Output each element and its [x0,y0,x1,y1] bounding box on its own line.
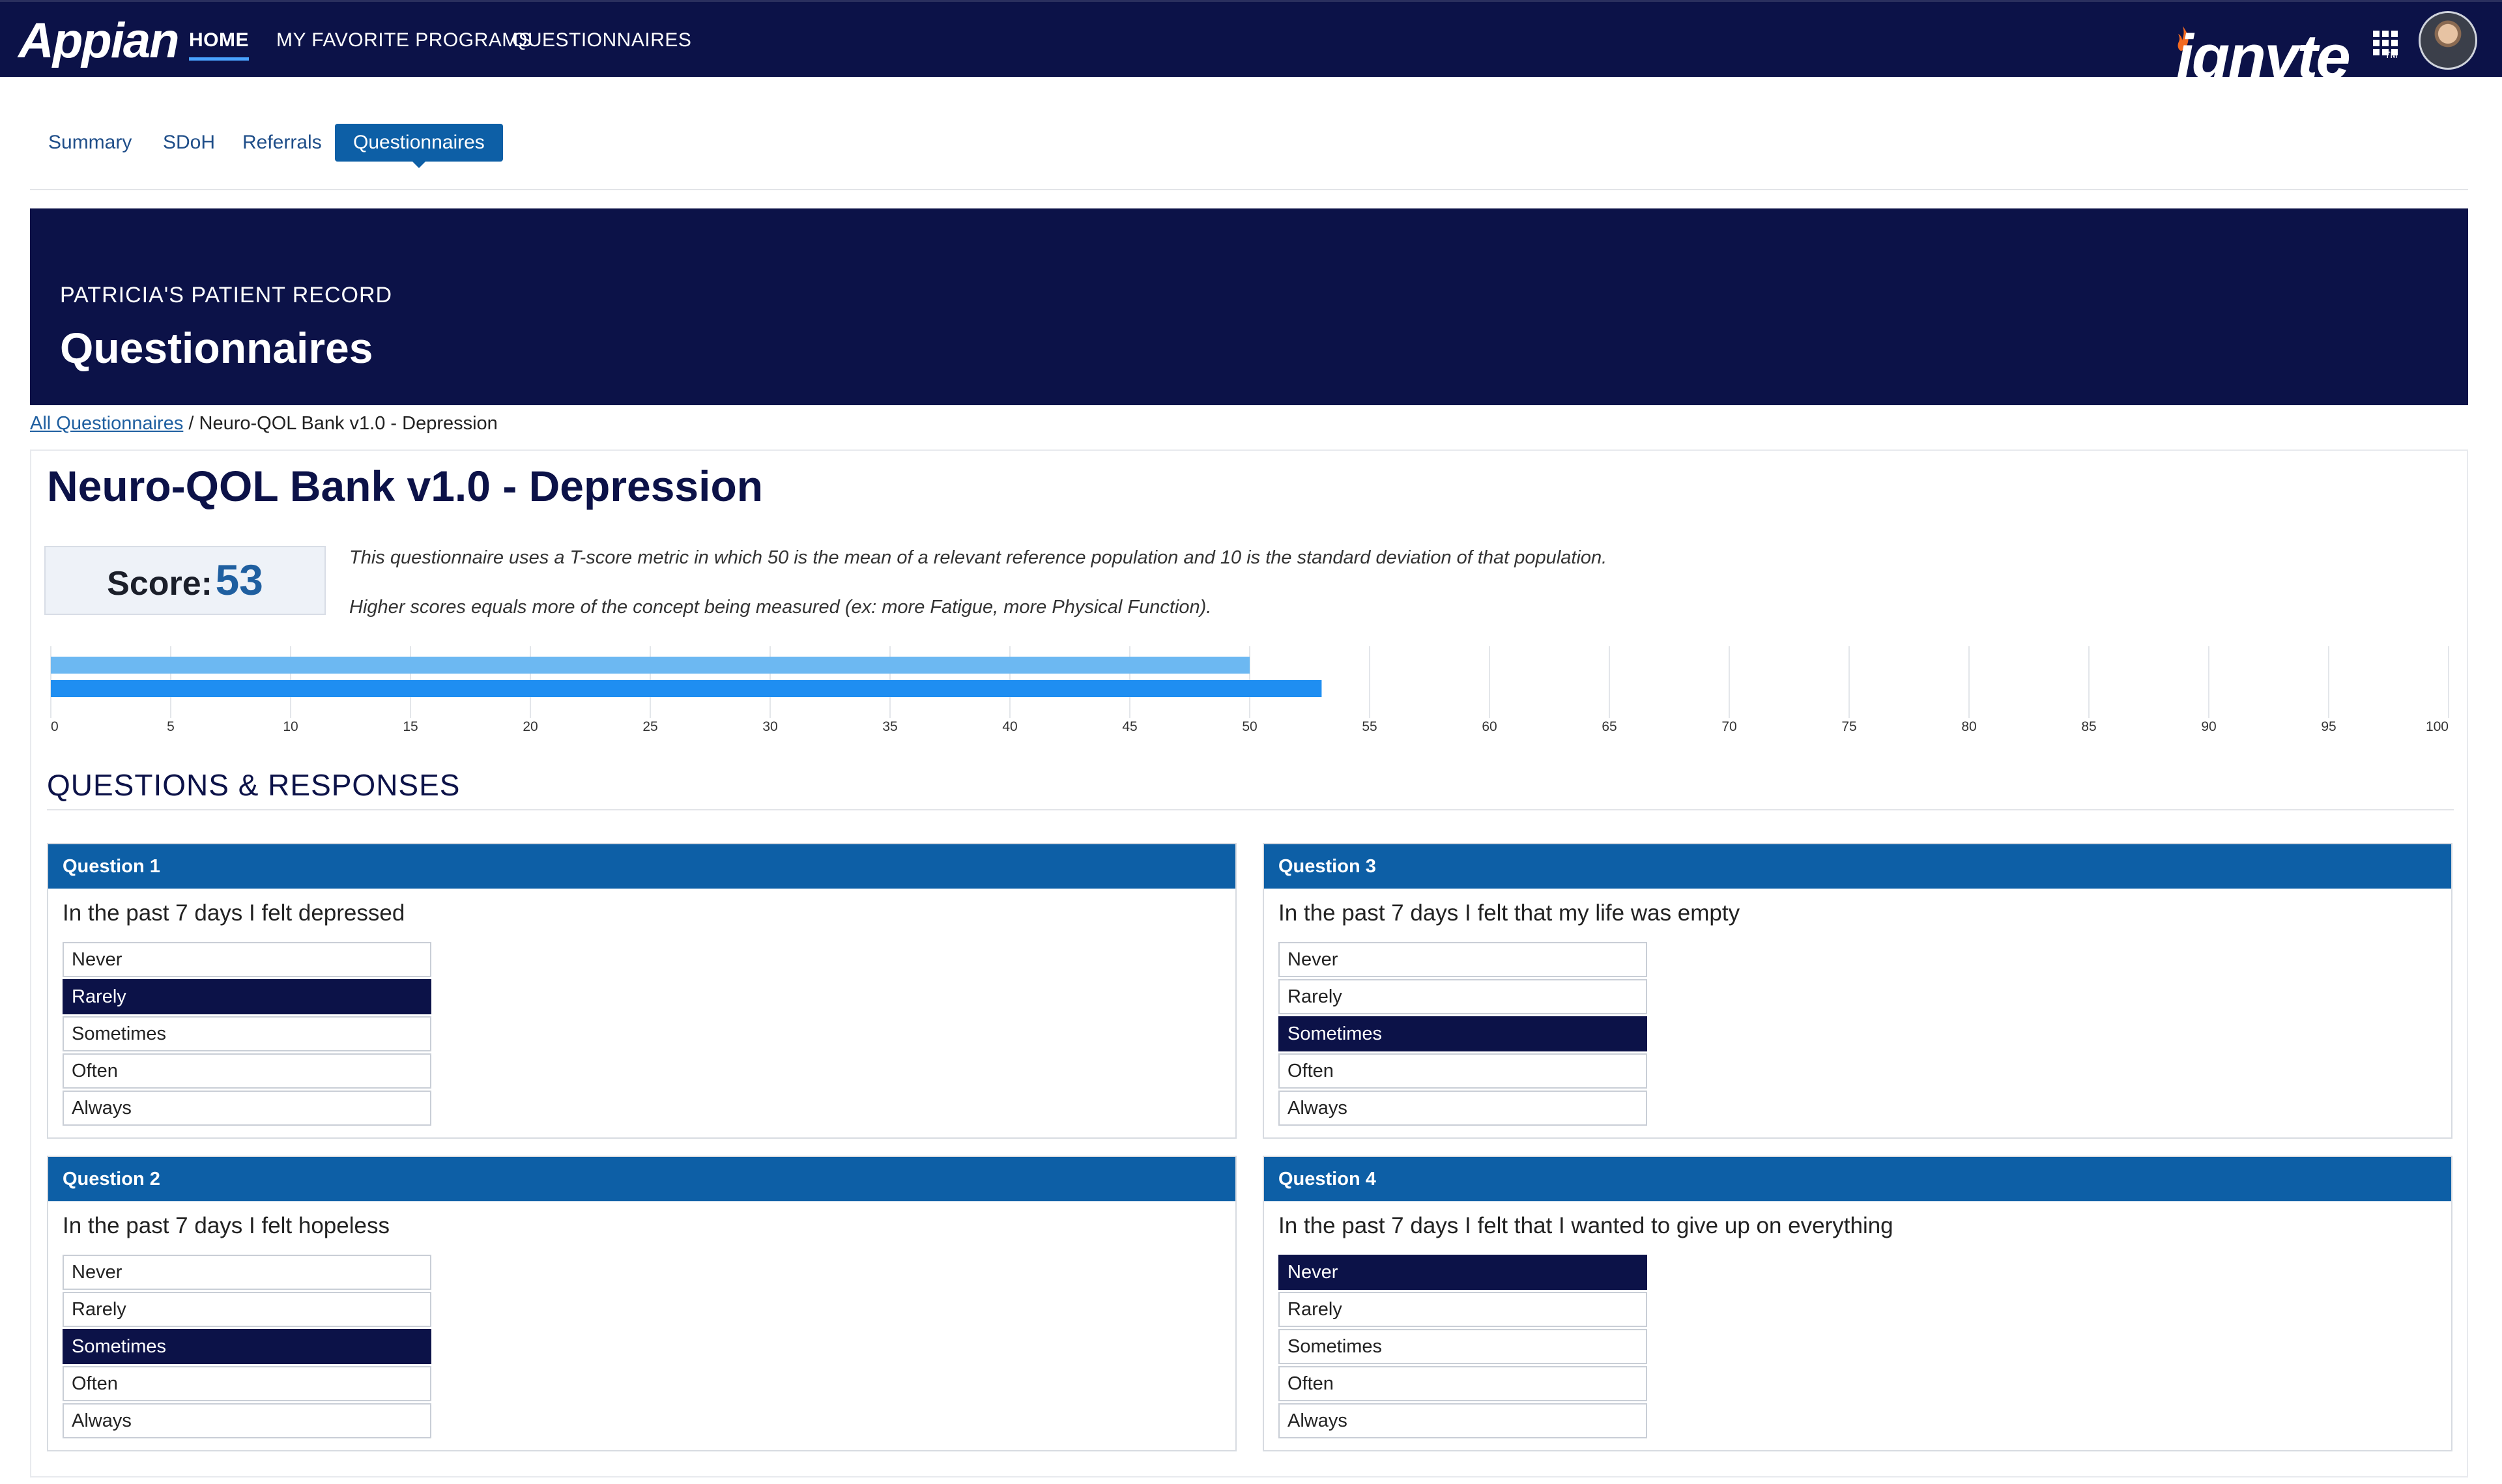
answer-option-often[interactable]: Often [1278,1053,1647,1089]
score-box: Score: 53 [44,546,326,615]
chart-tick-label: 60 [1482,719,1497,734]
chart-tick-label: 40 [1002,719,1017,734]
question-header: Question 1 [48,844,1235,889]
answer-option-never[interactable]: Never [63,942,431,977]
questionnaire-card: Neuro-QOL Bank v1.0 - Depression Score: … [30,449,2468,1477]
section-heading: QUESTIONS & RESPONSES [47,768,461,802]
chart-tick-label: 10 [283,719,298,734]
question-text: In the past 7 days I felt hopeless [63,1213,390,1238]
chart-tick-label: 35 [882,719,897,734]
appian-logo[interactable]: Appian [18,12,180,69]
section-divider [47,809,2454,810]
top-navigation-bar: Appian HOME MY FAVORITE PROGRAMS QUESTIO… [0,0,2502,77]
score-description-higher: Higher scores equals more of the concept… [349,597,1212,618]
score-label: Score: [107,565,212,603]
answer-option-never[interactable]: Never [1278,1255,1647,1290]
score-chart: 0 5 10 15 20 25 30 35 40 45 50 55 60 65 70 75 80 85 90 95 10… [47,646,2454,750]
tab-summary[interactable]: Summary [30,124,150,162]
chart-tick-label: 30 [762,719,777,734]
question-panel-1: Question 1 In the past 7 days I felt dep… [47,843,1237,1139]
answer-options: Never Rarely Sometimes Often Always [1278,942,1647,1128]
question-panel-4: Question 4 In the past 7 days I felt tha… [1263,1156,2452,1451]
answer-options: Never Rarely Sometimes Often Always [63,942,431,1128]
question-header: Question 2 [48,1157,1235,1201]
chart-tick-label: 55 [1362,719,1377,734]
chart-tick-label: 65 [1602,719,1617,734]
questionnaire-title: Neuro-QOL Bank v1.0 - Depression [47,462,764,510]
chart-tick-label: 25 [642,719,657,734]
tab-questionnaires[interactable]: Questionnaires [335,124,503,168]
answer-option-rarely[interactable]: Rarely [1278,1292,1647,1327]
answer-option-often[interactable]: Often [1278,1366,1647,1401]
question-header: Question 4 [1264,1157,2451,1201]
banner-title: Questionnaires [60,324,373,372]
answer-option-never[interactable]: Never [1278,942,1647,977]
question-text: In the past 7 days I felt depressed [63,900,405,926]
answer-option-rarely[interactable]: Rarely [63,1292,431,1327]
question-text: In the past 7 days I felt that I wanted … [1278,1213,1893,1238]
chart-tick-label: 5 [167,719,175,734]
answer-option-always[interactable]: Always [1278,1091,1647,1126]
chart-tick-label: 70 [1721,719,1736,734]
chart-tick-label: 95 [2321,719,2336,734]
chart-tick-label: 50 [1242,719,1257,734]
answer-option-sometimes[interactable]: Sometimes [63,1016,431,1051]
tab-referrals[interactable]: Referrals [224,124,340,162]
answer-option-sometimes[interactable]: Sometimes [1278,1329,1647,1364]
question-panel-2: Question 2 In the past 7 days I felt hop… [47,1156,1237,1451]
answer-option-rarely[interactable]: Rarely [1278,979,1647,1014]
breadcrumb-separator: / [183,413,199,434]
chart-tick-label: 90 [2201,719,2216,734]
answer-option-always[interactable]: Always [63,1091,431,1126]
answer-options: Never Rarely Sometimes Often Always [1278,1255,1647,1440]
breadcrumb: All Questionnaires / Neuro-QOL Bank v1.0… [30,413,498,435]
answer-option-sometimes[interactable]: Sometimes [1278,1016,1647,1051]
banner-subtitle: PATRICIA'S PATIENT RECORD [60,283,393,307]
chart-tick-label: 75 [1841,719,1856,734]
chart-tick-label: 85 [2081,719,2096,734]
tabs-divider [30,189,2468,190]
chart-bar [51,657,1250,674]
chart-bar [51,680,1322,697]
answer-option-sometimes[interactable]: Sometimes [63,1329,431,1364]
nav-home[interactable]: HOME [189,29,249,61]
score-value: 53 [215,556,263,604]
answer-options: Never Rarely Sometimes Often Always [63,1255,431,1440]
trademark-mark: TM [2385,50,2398,60]
score-chart-svg: 0 5 10 15 20 25 30 35 40 45 50 55 60 65 70 75 80 85 90 95 10… [50,646,2449,734]
record-banner: PATRICIA'S PATIENT RECORD Questionnaires [30,208,2468,405]
brand-rule [1913,120,2396,122]
question-header: Question 3 [1264,844,2451,889]
score-description: This questionnaire uses a T-score metric… [349,547,1607,568]
answer-option-often[interactable]: Often [63,1053,431,1089]
answer-option-always[interactable]: Always [1278,1403,1647,1438]
breadcrumb-link-all-questionnaires[interactable]: All Questionnaires [30,413,183,434]
chart-tick-label: 45 [1122,719,1137,734]
chart-tick-label: 100 [2426,719,2449,734]
answer-option-rarely[interactable]: Rarely [63,979,431,1014]
answer-option-often[interactable]: Often [63,1366,431,1401]
chart-tick-label: 15 [403,719,418,734]
chart-tick-label: 80 [1961,719,1976,734]
answer-option-never[interactable]: Never [63,1255,431,1290]
question-panel-3: Question 3 In the past 7 days I felt tha… [1263,843,2452,1139]
breadcrumb-current: Neuro-QOL Bank v1.0 - Depression [199,413,498,434]
chart-tick-label: 20 [523,719,538,734]
tab-sdoh[interactable]: SDoH [145,124,233,162]
user-avatar[interactable] [2419,11,2477,70]
answer-option-always[interactable]: Always [63,1403,431,1438]
chart-tick-label: 0 [51,719,59,734]
ignyte-logo: ignyte [2176,22,2351,92]
question-text: In the past 7 days I felt that my life w… [1278,900,1740,926]
nav-my-favorite-programs[interactable]: MY FAVORITE PROGRAMS [276,29,532,51]
brand-tagline: PATIENT ENGAGEMENT SOLUTION [1916,132,2451,156]
nav-questionnaires[interactable]: QUESTIONNAIRES [512,29,691,51]
